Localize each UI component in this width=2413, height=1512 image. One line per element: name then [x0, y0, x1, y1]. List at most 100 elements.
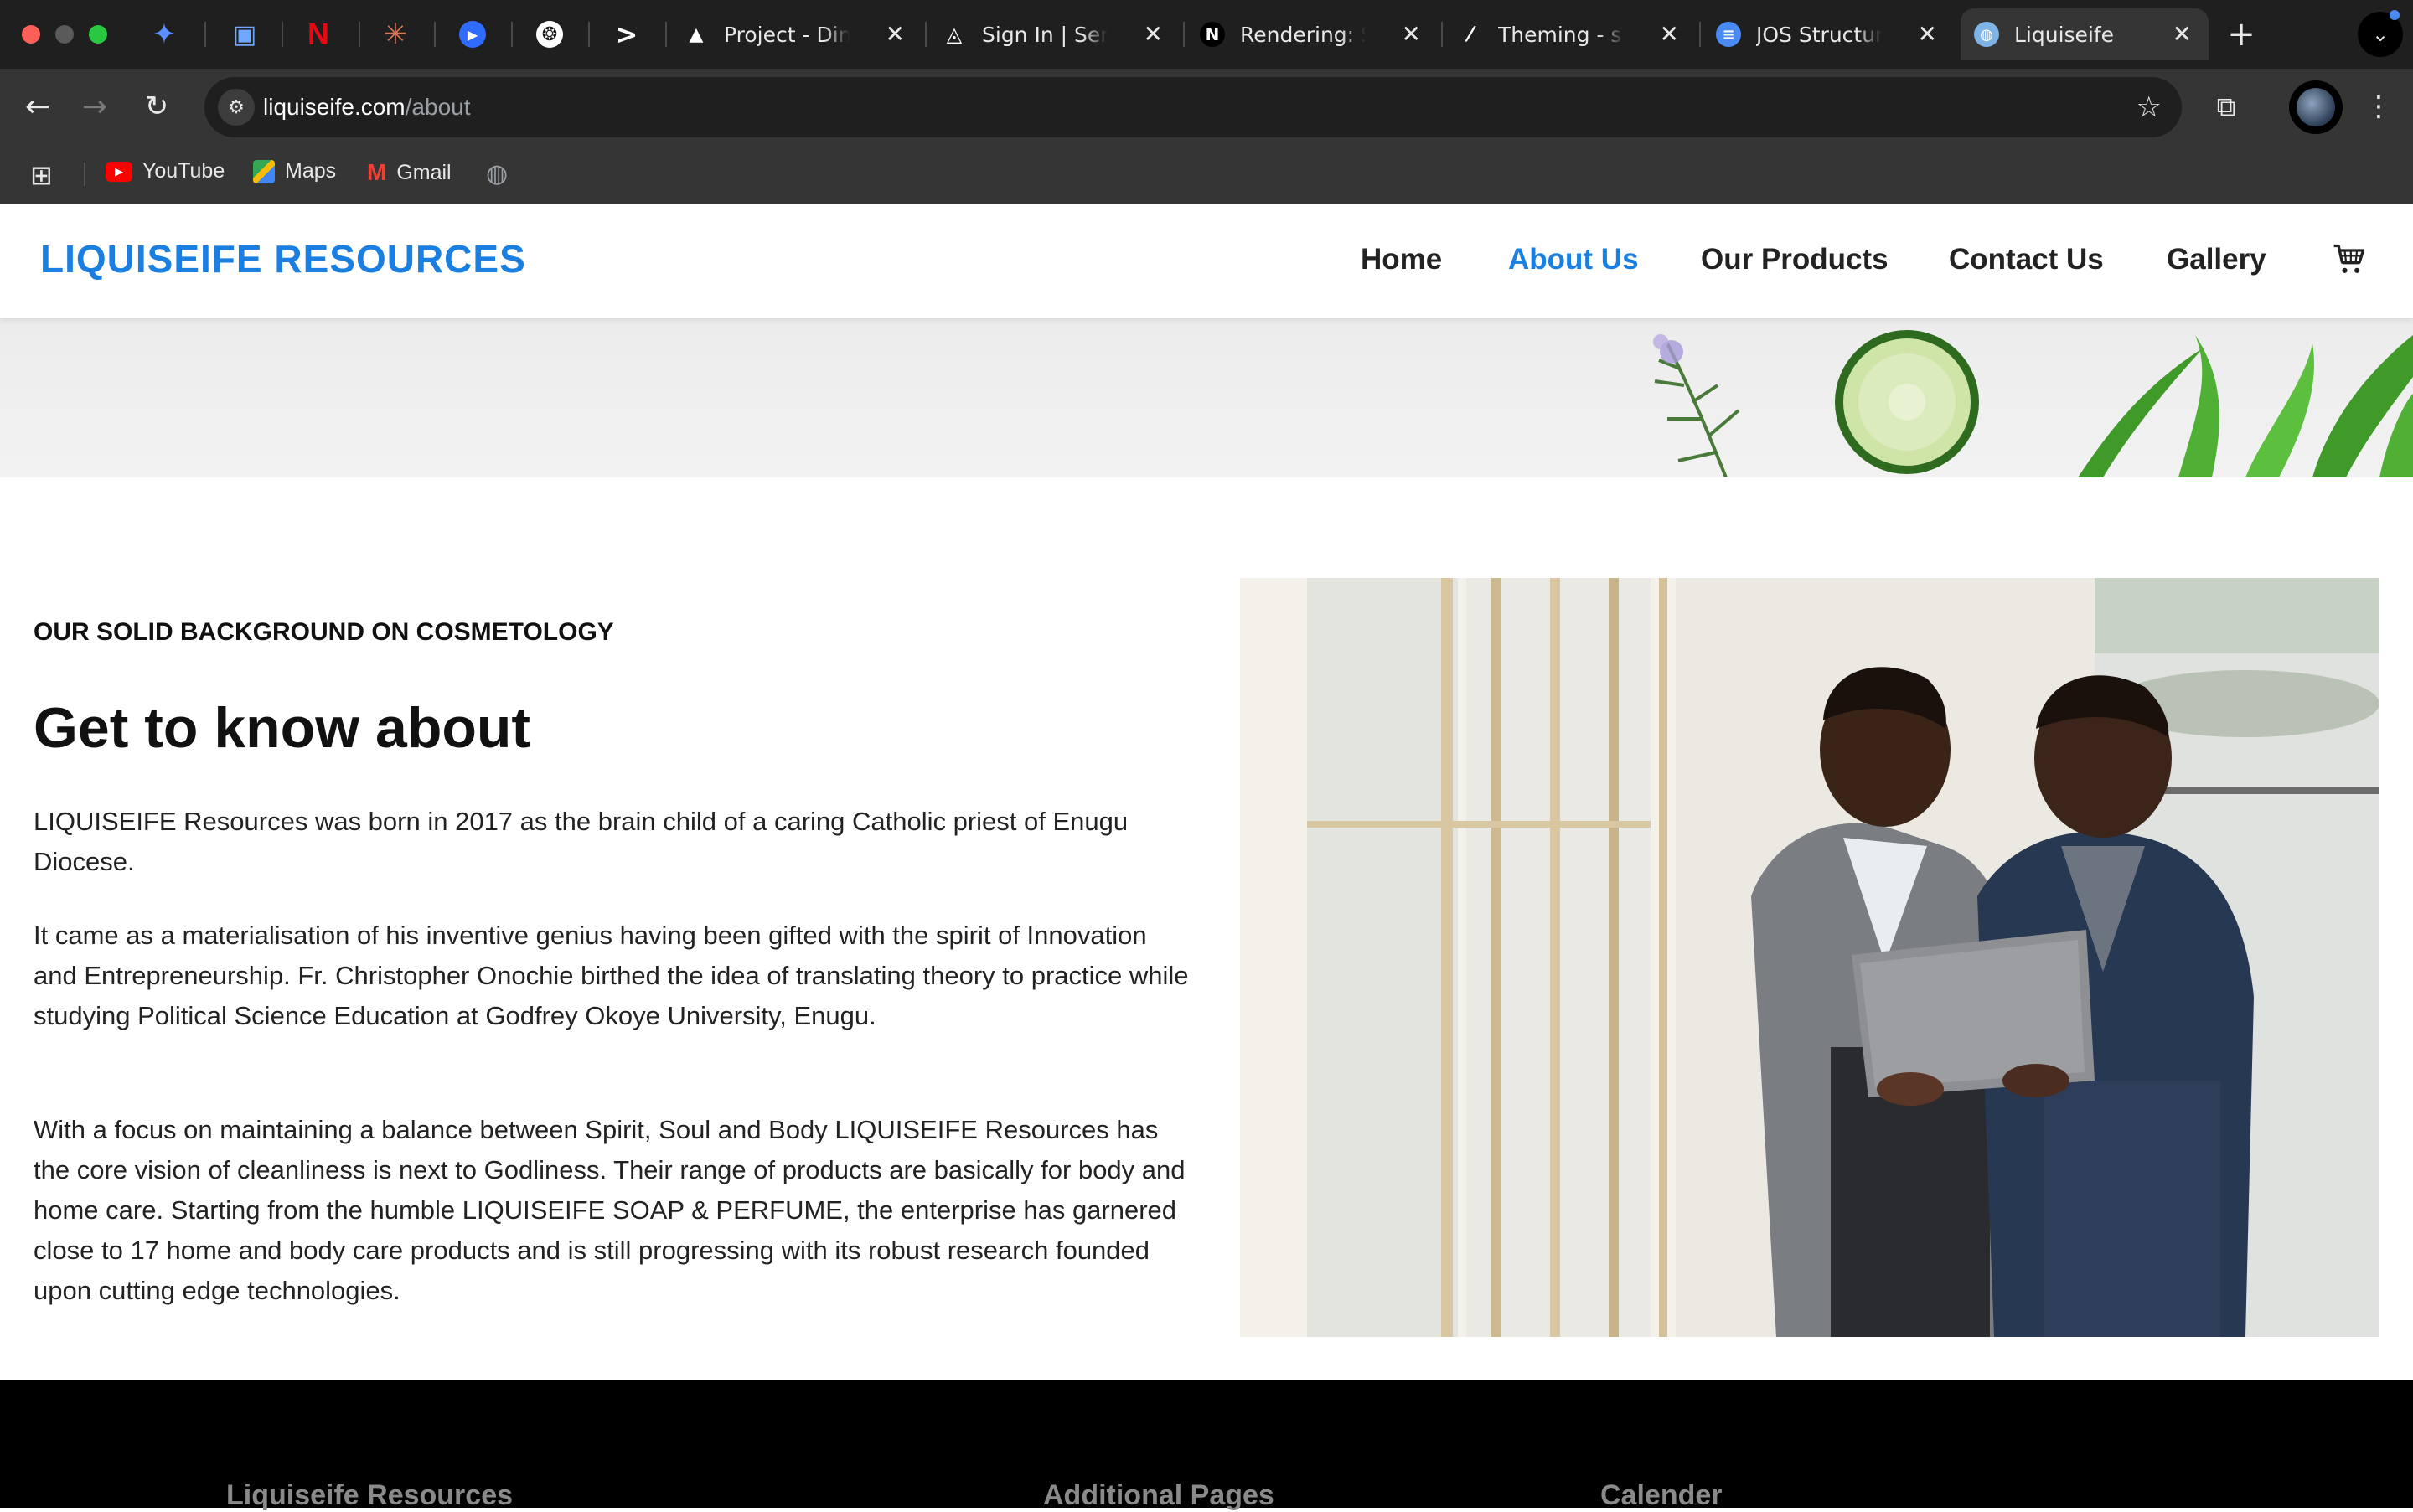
claude-icon: ✳ [383, 18, 408, 51]
laptop [1852, 930, 2095, 1106]
close-icon[interactable]: ✕ [886, 20, 905, 48]
bookmark-gmail[interactable]: M Gmail [367, 159, 452, 186]
profile-avatar[interactable] [2289, 80, 2343, 134]
gemini-icon: ✦ [152, 18, 177, 51]
about-photo [1240, 578, 2379, 1337]
maximize-window-button[interactable] [89, 25, 107, 44]
reload-icon: ↻ [144, 90, 169, 123]
about-paragraph-1: LIQUISEIFE Resources was born in 2017 as… [34, 807, 1129, 876]
site-logo[interactable]: LIQUISEIFE RESOURCES [40, 236, 526, 281]
bookmark-label: Gmail [396, 160, 452, 184]
new-tab-button[interactable]: + [2222, 15, 2261, 54]
nav-home[interactable]: Home [1361, 243, 1442, 276]
docs-icon: ≡ [1716, 22, 1741, 47]
cart-icon[interactable] [2331, 241, 2368, 278]
more-vert-icon: ⋮ [2364, 90, 2393, 123]
footer-heading-company: Liquiseife Resources [226, 1479, 514, 1511]
site-settings-icon[interactable]: ⚙ [218, 89, 255, 126]
close-icon[interactable]: ✕ [1918, 20, 1937, 48]
back-button[interactable]: ← [18, 87, 57, 126]
bookmark-maps[interactable]: Maps [253, 159, 336, 183]
forward-button[interactable]: → [75, 87, 114, 126]
apps-button[interactable]: ⊞ [30, 159, 53, 191]
close-window-button[interactable] [22, 25, 40, 44]
tab-title: Rendering: Ser [1240, 22, 1366, 47]
bookmark-youtube[interactable]: ▶ YouTube [106, 159, 225, 183]
avatar [2297, 88, 2335, 126]
globe-icon: ◍ [486, 160, 509, 188]
vercel-icon: ▲ [689, 23, 704, 45]
bookmarks-bar: ⊞ ▶ YouTube Maps M Gmail ◍ [0, 144, 2413, 204]
openai-icon: ❂ [536, 21, 563, 48]
site-header: LIQUISEIFE RESOURCES Home About Us Our P… [0, 204, 2413, 318]
close-icon[interactable]: ✕ [1144, 20, 1163, 48]
bookmark-globe[interactable]: ◍ [486, 159, 508, 188]
url-host: liquiseife.com [263, 94, 406, 120]
url-text: liquiseife.com/about [263, 94, 471, 121]
pinned-tab-player[interactable]: ▶ [434, 8, 511, 60]
arrow-left-icon: ← [24, 89, 51, 124]
tab-title: JOS Structure [1756, 22, 1882, 47]
nav-gallery[interactable]: Gallery [2167, 243, 2266, 276]
site-footer: Liquiseife Resources Additional Pages Ca… [0, 1380, 2413, 1511]
terminal-icon: > [615, 18, 638, 50]
rosemary-sprig [1654, 343, 1740, 477]
tab-sentry[interactable]: ◬ Sign In | Sentry ✕ [928, 8, 1180, 60]
footer-heading-calendar: Calender [1600, 1479, 1723, 1511]
tab-title: Liquiseife [2014, 22, 2115, 47]
hero-decoration [1653, 330, 2413, 477]
footer-heading-pages: Additional Pages [1043, 1479, 1274, 1511]
play-icon: ▶ [459, 21, 486, 48]
reload-button[interactable]: ↻ [137, 87, 176, 126]
grid-icon: ⊞ [30, 160, 53, 190]
shadcn-icon: ⁄ [1468, 23, 1472, 46]
pinned-tab-gemini[interactable]: ✦ [126, 8, 203, 60]
youtube-icon: ▶ [106, 161, 132, 182]
hero-banner [0, 318, 2413, 477]
notification-dot [2390, 10, 2400, 20]
pinned-tab-openai[interactable]: ❂ [511, 8, 588, 60]
maps-icon [253, 159, 275, 183]
tab-title: Project - DineS [724, 22, 850, 47]
tab-title: Theming - sha [1498, 22, 1624, 47]
tab-rendering[interactable]: N Rendering: Ser ✕ [1186, 8, 1438, 60]
sentry-icon: ◬ [946, 23, 963, 46]
url-path: /about [405, 94, 471, 120]
nextjs-icon: N [1200, 22, 1225, 47]
leaves [2078, 335, 2413, 477]
arrow-right-icon: → [81, 89, 108, 124]
minimize-window-button[interactable] [55, 25, 74, 44]
app-icon: ▣ [232, 19, 257, 49]
bookmark-label: Maps [285, 159, 337, 183]
extensions-button[interactable]: ⧉ [2207, 87, 2245, 126]
tab-title: Sign In | Sentry [982, 22, 1108, 47]
bookmark-label: YouTube [142, 159, 225, 183]
tab-liquiseife[interactable]: ◍ Liquiseife ✕ [1961, 8, 2209, 60]
about-paragraph-3: With a focus on maintaining a balance be… [34, 1115, 1186, 1305]
chevron-down-icon: ⌄ [2371, 23, 2390, 46]
address-bar[interactable]: ⚙ liquiseife.com/about ☆ [204, 77, 2182, 137]
team-photo-illustration [1240, 578, 2379, 1337]
nav-contact-us[interactable]: Contact Us [1949, 243, 2104, 276]
tab-theming[interactable]: ⁄ Theming - sha ✕ [1444, 8, 1696, 60]
pinned-tab-terminal[interactable]: > [588, 8, 665, 60]
star-icon[interactable]: ☆ [2137, 90, 2162, 124]
puzzle-icon: ⧉ [2216, 90, 2236, 122]
tab-project[interactable]: ▲ Project - DineS ✕ [670, 8, 922, 60]
pinned-tab-netflix[interactable]: N [280, 8, 357, 60]
netflix-icon: N [307, 17, 329, 51]
pinned-tab-claude[interactable]: ✳ [357, 8, 434, 60]
close-icon[interactable]: ✕ [2173, 20, 2192, 48]
browser-menu-button[interactable]: ⋮ [2359, 87, 2398, 126]
browser-tab-bar: ✦ ▣ N ✳ ▶ ❂ > ▲ Project - DineS ✕ ◬ Sign… [0, 0, 2413, 69]
gmail-icon: M [367, 159, 387, 185]
browser-toolbar: ← → ↻ ⚙ liquiseife.com/about ☆ ⧉ ⋮ [0, 69, 2413, 144]
nav-our-products[interactable]: Our Products [1701, 243, 1889, 276]
close-icon[interactable]: ✕ [1660, 20, 1679, 48]
globe-icon: ◍ [1974, 22, 1999, 47]
close-icon[interactable]: ✕ [1402, 20, 1421, 48]
tab-jos-structure[interactable]: ≡ JOS Structure ✕ [1703, 8, 1954, 60]
pinned-tab-app[interactable]: ▣ [206, 8, 283, 60]
nav-about-us[interactable]: About Us [1508, 243, 1639, 276]
page-title: Get to know about [34, 696, 531, 760]
